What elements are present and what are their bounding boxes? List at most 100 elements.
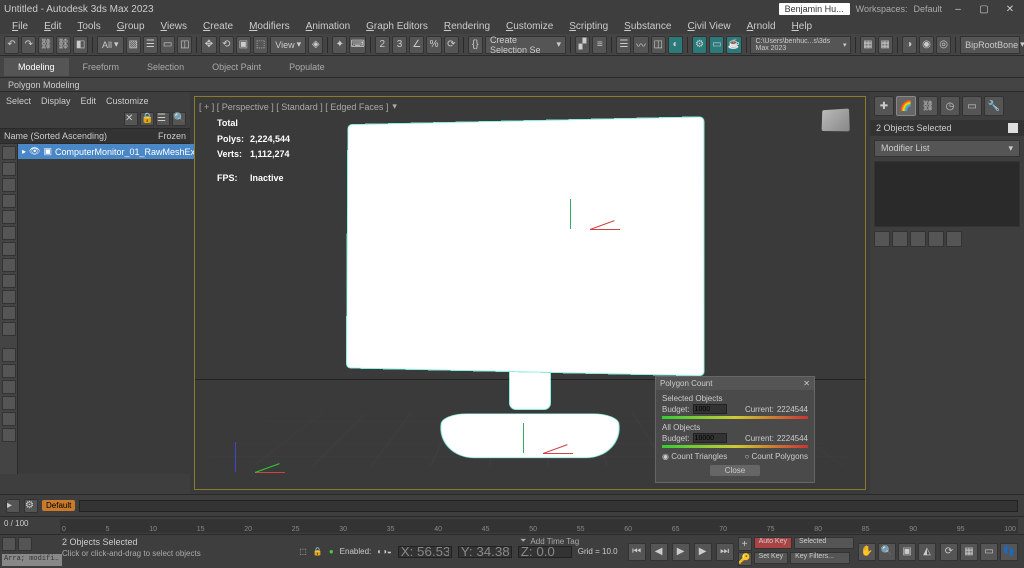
se-close-icon[interactable]: ✕: [124, 112, 138, 126]
coord-z[interactable]: [518, 546, 572, 558]
expand-track-icon[interactable]: ▸: [6, 499, 20, 513]
filter-frozen-icon[interactable]: [2, 306, 16, 320]
filter-groups-icon[interactable]: [2, 242, 16, 256]
extras-button-2[interactable]: ▦: [878, 36, 893, 54]
play-button[interactable]: ▶: [672, 543, 690, 561]
cmd-tab-display[interactable]: ▭: [962, 96, 982, 116]
snap-2d-button[interactable]: 2: [375, 36, 390, 54]
extras-button-1[interactable]: ▦: [860, 36, 875, 54]
timeline-ruler[interactable]: 0510152025303540455055606570758085909510…: [60, 519, 1018, 533]
lock-selection-icon[interactable]: 🔒: [313, 547, 323, 556]
ribbon-tab-freeform[interactable]: Freeform: [69, 58, 134, 76]
coord-x[interactable]: [398, 546, 452, 558]
redo-button[interactable]: ↷: [21, 36, 36, 54]
count-polygons-radio[interactable]: ○ Count Polygons: [744, 452, 808, 461]
keyfilter-selected[interactable]: Selected: [794, 537, 854, 549]
track-scrubber[interactable]: [79, 500, 1018, 512]
count-triangles-radio[interactable]: ◉ Count Triangles: [662, 452, 727, 461]
ribbon-tab-selection[interactable]: Selection: [133, 58, 198, 76]
nav-pan-icon[interactable]: ✋: [858, 543, 876, 561]
keymode-button[interactable]: ⌨: [349, 36, 365, 54]
close-icon[interactable]: ✕: [1000, 2, 1020, 16]
select-object-button[interactable]: ▧: [126, 36, 141, 54]
selection-filter-dropdown[interactable]: All ▾: [97, 36, 124, 54]
filter-misc-1-icon[interactable]: [2, 348, 16, 362]
ribbon-tab-populate[interactable]: Populate: [275, 58, 339, 76]
spinner-snap-button[interactable]: ⟳: [444, 36, 459, 54]
scene-explorer-header[interactable]: Name (Sorted Ascending) Frozen: [0, 128, 190, 144]
ref-coord-dropdown[interactable]: View ▾: [270, 36, 306, 54]
modifier-stack[interactable]: [874, 161, 1020, 227]
set-key-icon[interactable]: 🔑: [738, 552, 752, 566]
menu-edit[interactable]: Edit: [36, 21, 69, 32]
bone-dropdown[interactable]: BipRootBone ▾: [960, 36, 1020, 54]
macro-recorder[interactable]: Arra; modifi…: [2, 554, 62, 566]
nav-orbit-icon[interactable]: ⟳: [940, 543, 958, 561]
ribbon-tab-modeling[interactable]: Modeling: [4, 58, 69, 76]
viewport-header[interactable]: [ + ] [ Perspective ] [ Standard ] [ Edg…: [199, 101, 397, 112]
menu-grapheditors[interactable]: Graph Editors: [358, 21, 436, 32]
close-icon[interactable]: ✕: [803, 379, 810, 388]
se-lock-icon[interactable]: 🔒: [140, 112, 154, 126]
align-button[interactable]: ≡: [592, 36, 607, 54]
material-editor-button[interactable]: ◐: [668, 36, 683, 54]
edit-selset-button[interactable]: {}: [468, 36, 483, 54]
placement-button[interactable]: ⬚: [253, 36, 268, 54]
se-menu-customize[interactable]: Customize: [106, 96, 149, 106]
scale-button[interactable]: ▣: [236, 36, 251, 54]
percent-snap-button[interactable]: %: [426, 36, 441, 54]
next-frame-button[interactable]: ▶: [694, 543, 712, 561]
bind-button[interactable]: ◧: [73, 36, 88, 54]
filter-misc-4-icon[interactable]: [2, 396, 16, 410]
maxscript-mini-icon[interactable]: [18, 537, 32, 551]
scene-object-monitor[interactable]: [360, 121, 700, 465]
filter-container-icon[interactable]: [2, 290, 16, 304]
cmd-tab-motion[interactable]: ◷: [940, 96, 960, 116]
nav-zoomext-icon[interactable]: ▣: [898, 543, 916, 561]
color-swatch[interactable]: [1008, 123, 1018, 133]
extras-button-4[interactable]: ◉: [919, 36, 934, 54]
cmd-tab-hierarchy[interactable]: ⛓: [918, 96, 938, 116]
menu-substance[interactable]: Substance: [616, 21, 679, 32]
menu-modifiers[interactable]: Modifiers: [241, 21, 298, 32]
viewport-shading-icon[interactable]: ▾: [392, 101, 397, 112]
selected-budget-input[interactable]: [693, 404, 727, 414]
curve-editor-button[interactable]: 〰: [633, 36, 648, 54]
menu-scripting[interactable]: Scripting: [561, 21, 616, 32]
filter-cameras-icon[interactable]: [2, 194, 16, 208]
nav-zoom-icon[interactable]: 🔍: [878, 543, 896, 561]
ribbon-subbar[interactable]: Polygon Modeling: [0, 78, 1024, 92]
maxscript-listener-icon[interactable]: [2, 537, 16, 551]
layers-button[interactable]: ☰: [616, 36, 631, 54]
cmd-tab-utilities[interactable]: 🔧: [984, 96, 1004, 116]
nav-walk-icon[interactable]: 👣: [1000, 543, 1018, 561]
filter-misc-2-icon[interactable]: [2, 364, 16, 378]
remove-modifier-button[interactable]: [928, 231, 944, 247]
filter-spacewarp-icon[interactable]: [2, 226, 16, 240]
filter-xref-icon[interactable]: [2, 258, 16, 272]
undo-button[interactable]: ↶: [4, 36, 19, 54]
autokey-button[interactable]: Auto Key: [754, 537, 792, 549]
menu-animation[interactable]: Animation: [298, 21, 358, 32]
snap-3d-button[interactable]: 3: [392, 36, 407, 54]
close-button[interactable]: Close: [710, 465, 760, 476]
se-search-icon[interactable]: 🔍: [172, 112, 186, 126]
cmd-tab-create[interactable]: ✚: [874, 96, 894, 116]
polygon-count-dialog[interactable]: Polygon Count ✕ Selected Objects Budget:…: [655, 376, 815, 483]
nav-maximize-icon[interactable]: ▦: [960, 543, 978, 561]
key-mode-icon[interactable]: +: [738, 537, 752, 551]
pivot-button[interactable]: ◈: [308, 36, 323, 54]
minimize-icon[interactable]: –: [948, 2, 968, 16]
timeline[interactable]: 0 / 100 05101520253035404550556065707580…: [0, 516, 1024, 534]
time-tag[interactable]: ⏷ Add Time Tag: [520, 536, 579, 546]
scene-explorer-list[interactable]: ▸ 👁 ▣ ComputerMonitor_01_RawMeshExport: [18, 144, 215, 474]
ribbon-tab-objectpaint[interactable]: Object Paint: [198, 58, 275, 76]
configure-sets-button[interactable]: [946, 231, 962, 247]
menu-rendering[interactable]: Rendering: [436, 21, 498, 32]
isolate-icon[interactable]: ⬚: [299, 547, 307, 556]
render-button[interactable]: ☕: [726, 36, 741, 54]
filter-lights-icon[interactable]: [2, 178, 16, 192]
project-path[interactable]: C:\Users\benhuc...s\3ds Max 2023 ▾: [750, 36, 851, 54]
se-filter-icon[interactable]: ☰: [156, 112, 170, 126]
menu-civilview[interactable]: Civil View: [679, 21, 738, 32]
